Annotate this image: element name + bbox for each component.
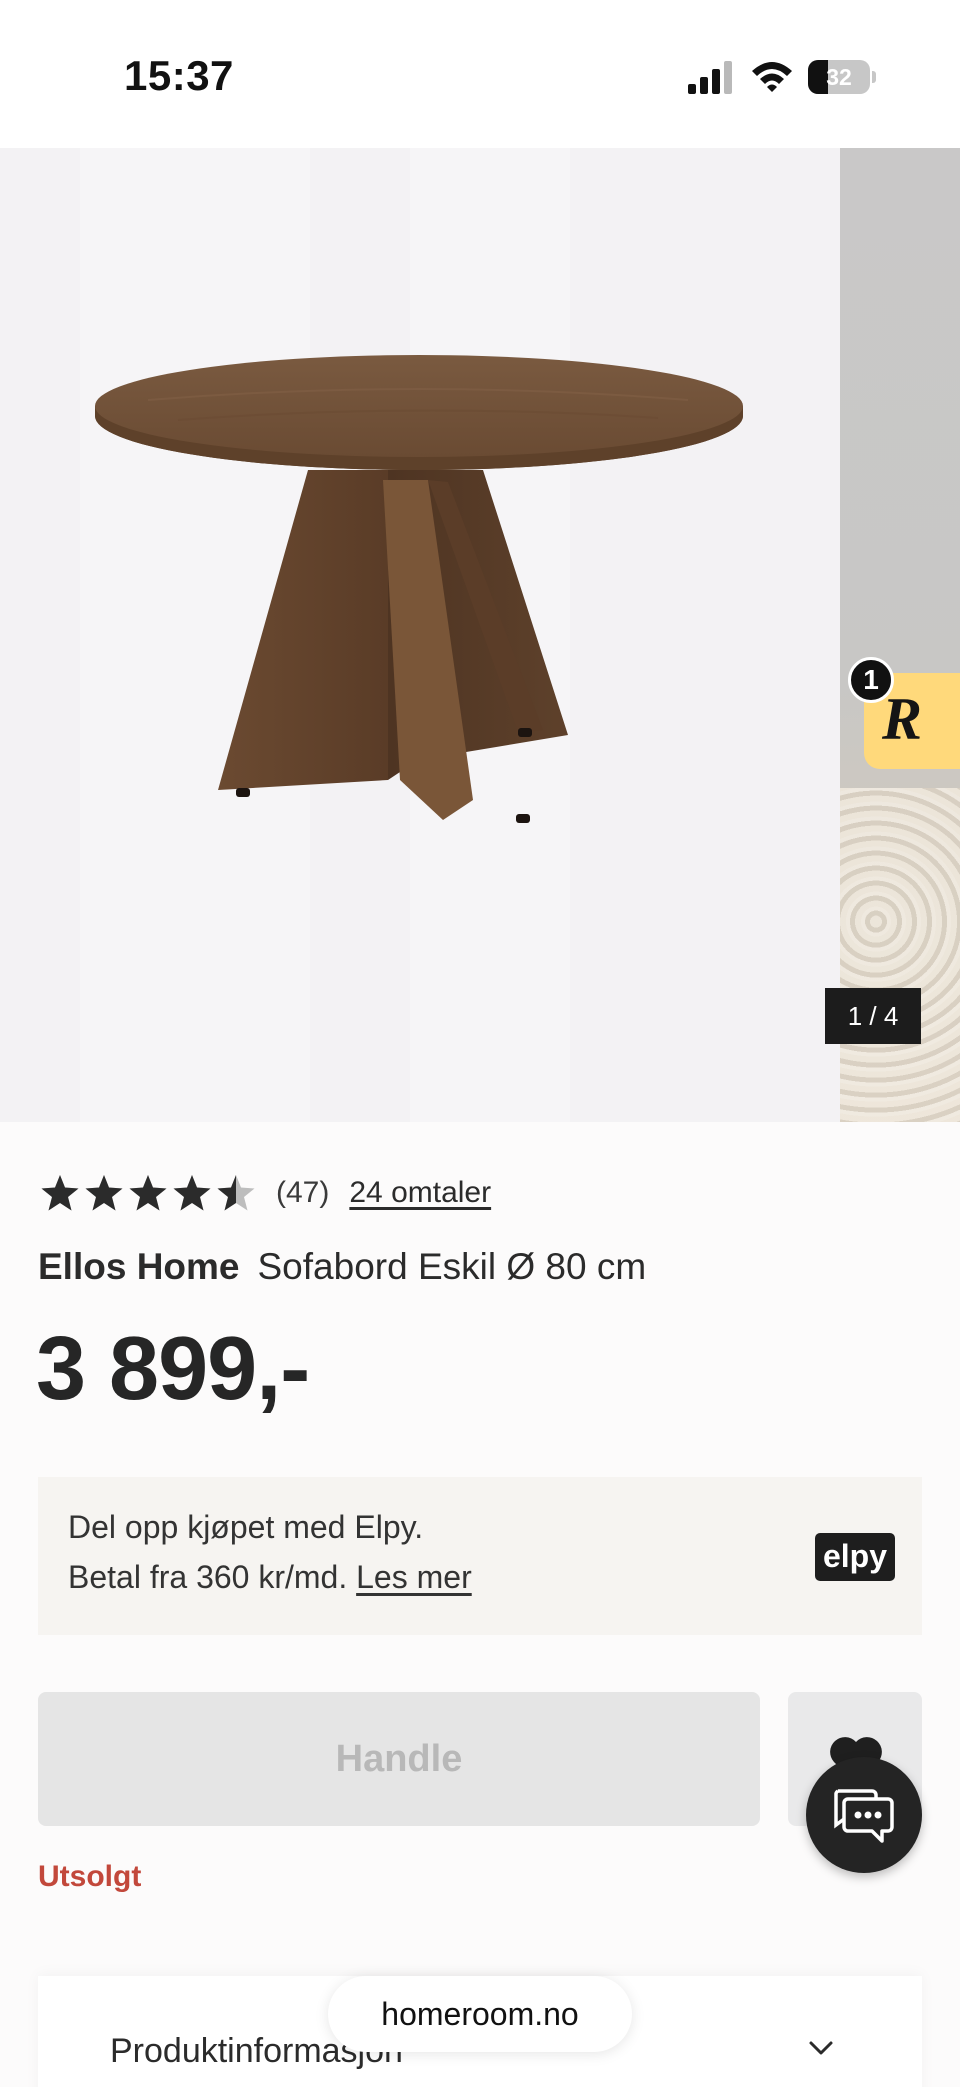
product-title: Ellos Home Sofabord Eskil Ø 80 cm — [38, 1246, 646, 1288]
product-brand[interactable]: Ellos Home — [38, 1246, 240, 1287]
rating-row: (47) 24 omtaler — [40, 1168, 491, 1218]
reco-logo: R — [882, 686, 923, 752]
star-full-icon — [173, 1175, 211, 1211]
status-bar: 15:37 32 — [0, 0, 960, 148]
browser-url-pill[interactable]: homeroom.no — [328, 1976, 632, 2052]
chat-button[interactable] — [806, 1757, 922, 1873]
star-full-icon — [41, 1175, 79, 1211]
read-more-link[interactable]: Les mer — [356, 1559, 472, 1595]
battery-icon: 32 — [808, 60, 876, 94]
gallery-slide-current[interactable] — [0, 148, 840, 1122]
star-half-icon — [217, 1175, 255, 1211]
image-counter: 1 / 4 — [825, 988, 921, 1044]
product-price: 3 899,- — [36, 1319, 310, 1419]
battery-body: 32 — [808, 60, 870, 94]
star-full-icon — [85, 1175, 123, 1211]
signal-icon — [688, 61, 732, 94]
status-time: 15:37 — [124, 52, 234, 99]
wifi-icon — [752, 62, 792, 92]
rug-texture — [840, 788, 960, 1122]
stock-status: Utsolgt — [38, 1860, 142, 1893]
coffee-table-image — [95, 355, 743, 823]
battery-level: 32 — [826, 64, 852, 90]
battery-cap — [872, 71, 876, 83]
star-full-icon — [129, 1175, 167, 1211]
buy-button[interactable]: Handle — [38, 1692, 760, 1826]
star-rating — [40, 1173, 256, 1213]
chevron-down-icon — [809, 2041, 833, 2055]
review-count: (47) — [276, 1176, 330, 1209]
financing-line-2: Betal fra 360 kr/md. Les mer — [68, 1559, 472, 1596]
financing-monthly-text: Betal fra 360 kr/md. — [68, 1559, 348, 1595]
elpy-logo: elpy — [815, 1533, 895, 1581]
reviews-link[interactable]: 24 omtaler — [349, 1176, 491, 1210]
chat-icon — [834, 1789, 894, 1843]
product-name: Sofabord Eskil Ø 80 cm — [257, 1246, 647, 1287]
reco-notification-badge: 1 — [848, 657, 894, 703]
product-page: 15:37 32 1 / 4 R 1 (47) 24 omtaler Ellos… — [0, 0, 960, 2087]
financing-box: Del opp kjøpet med Elpy. Betal fra 360 k… — [38, 1477, 922, 1635]
gallery-slide-next[interactable] — [840, 148, 960, 1122]
image-gallery[interactable]: 1 / 4 R 1 — [0, 148, 960, 1122]
financing-line-1: Del opp kjøpet med Elpy. — [68, 1509, 424, 1545]
